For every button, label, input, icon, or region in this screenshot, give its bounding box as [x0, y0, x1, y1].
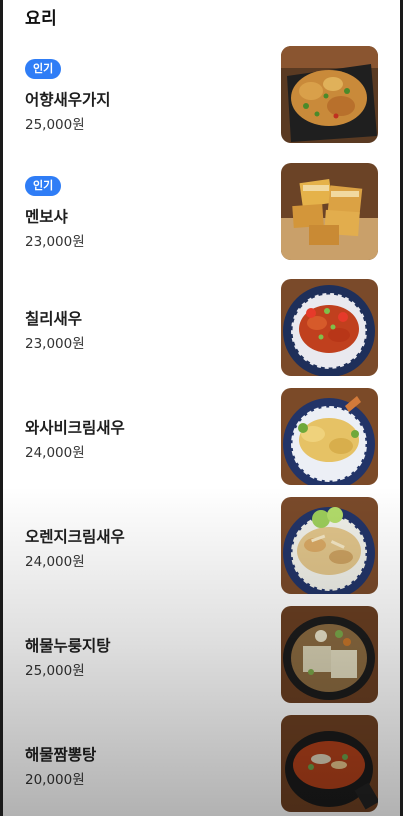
item-price: 24,000원 — [25, 554, 85, 570]
menu-list: 요리 인기 어향새우가지 25,000원 인기 멘보샤 23,000원 칠리새우… — [3, 0, 400, 816]
item-price: 24,000원 — [25, 445, 85, 461]
menu-item-chili-shrimp[interactable]: 칠리새우 23,000원 — [3, 279, 400, 379]
menu-item-orange-cream-shrimp[interactable]: 오렌지크림새우 24,000원 — [3, 497, 400, 597]
popular-badge: 인기 — [25, 176, 62, 196]
item-name: 해물누룽지탕 — [25, 637, 111, 655]
item-name: 오렌지크림새우 — [25, 528, 125, 546]
menu-item-seafood-jjamppong[interactable]: 해물짬뽕탕 20,000원 — [3, 715, 400, 815]
menu-item-menbosha[interactable]: 인기 멘보샤 23,000원 — [3, 163, 400, 263]
food-photo — [281, 715, 378, 812]
item-price: 25,000원 — [25, 117, 85, 133]
food-photo — [281, 606, 378, 703]
item-name: 와사비크림새우 — [25, 419, 125, 437]
section-title: 요리 — [25, 9, 58, 29]
food-photo — [281, 46, 378, 143]
item-price: 25,000원 — [25, 663, 85, 679]
item-name: 멘보샤 — [25, 208, 68, 226]
item-price: 20,000원 — [25, 772, 85, 788]
popular-badge: 인기 — [25, 59, 62, 79]
item-price: 23,000원 — [25, 234, 85, 250]
menu-item-wasabi-cream-shrimp[interactable]: 와사비크림새우 24,000원 — [3, 388, 400, 488]
item-name: 칠리새우 — [25, 310, 83, 328]
menu-item-eggplant-shrimp[interactable]: 인기 어향새우가지 25,000원 — [3, 46, 400, 146]
item-price: 23,000원 — [25, 336, 85, 352]
item-name: 어향새우가지 — [25, 91, 111, 109]
food-photo — [281, 163, 378, 260]
menu-item-seafood-nurungji[interactable]: 해물누룽지탕 25,000원 — [3, 606, 400, 706]
food-photo — [281, 279, 378, 376]
food-photo — [281, 497, 378, 594]
item-name: 해물짬뽕탕 — [25, 746, 97, 764]
food-photo — [281, 388, 378, 485]
